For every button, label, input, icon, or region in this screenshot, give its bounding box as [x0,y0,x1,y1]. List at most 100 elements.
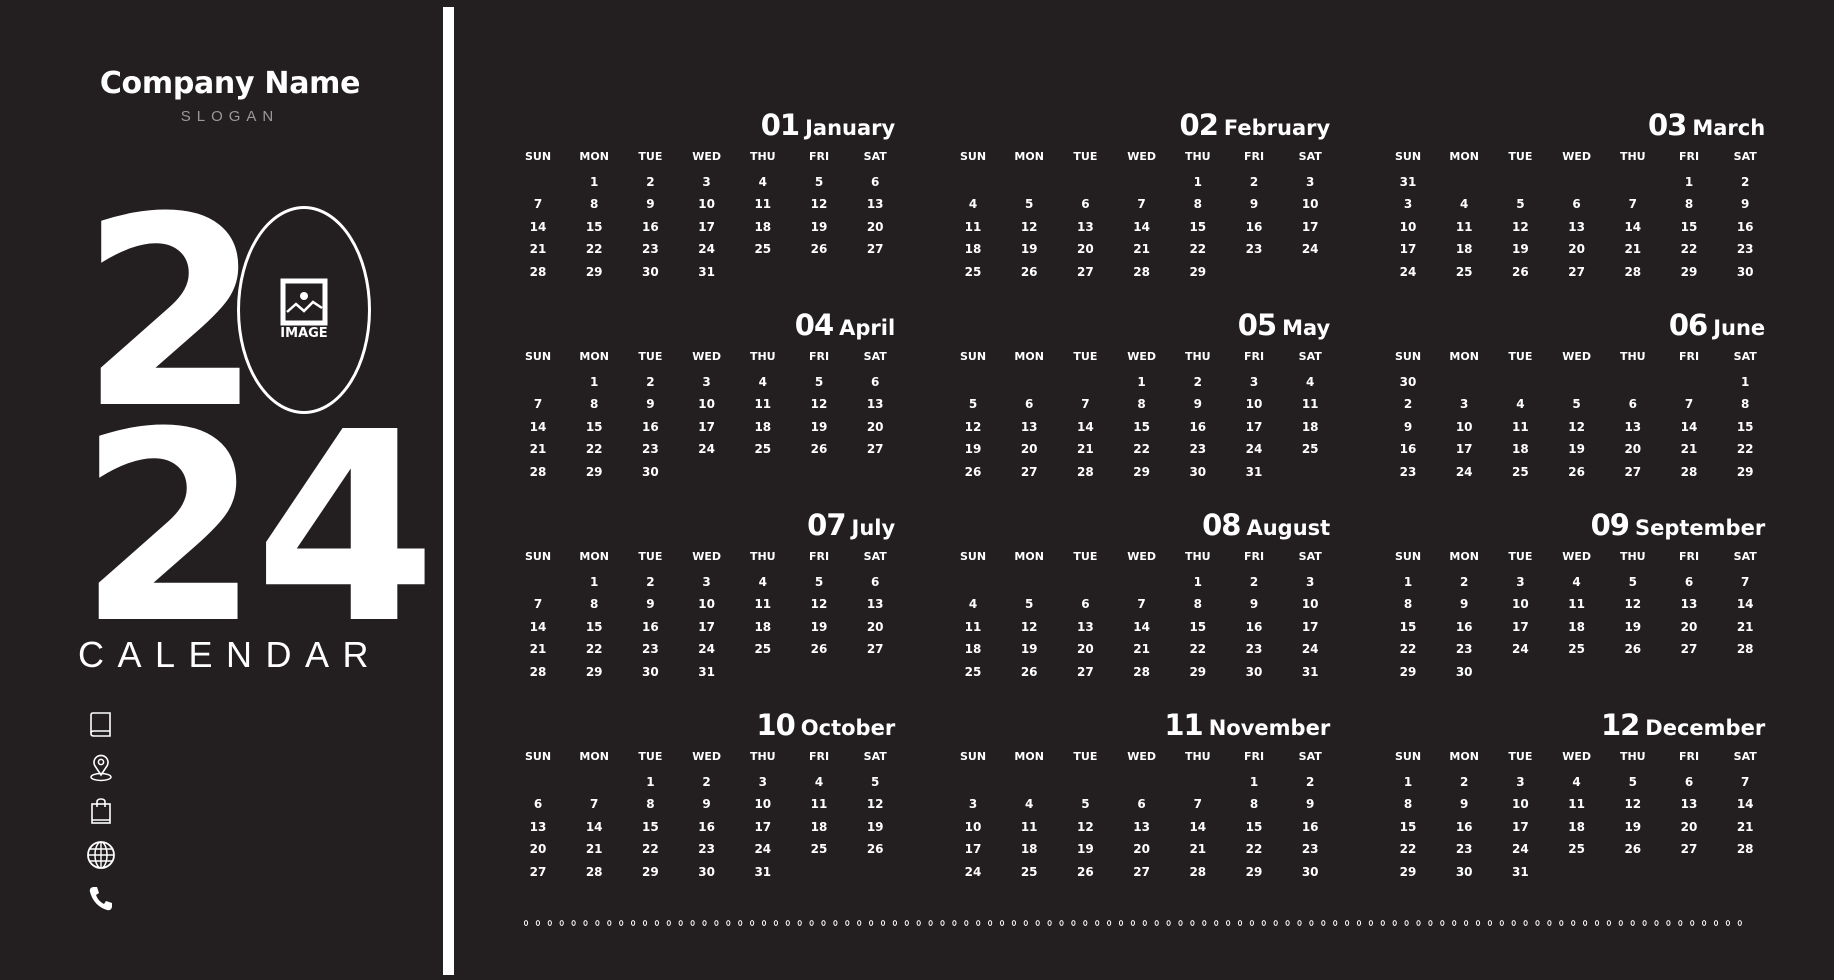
divider-dot [1654,920,1659,926]
day-cell: 2 [702,775,711,789]
day-cell: 5 [814,375,824,389]
day-cell: 11 [754,397,772,412]
month-title: 10 October [756,708,895,742]
divider-dot [1249,920,1255,926]
weekday-header: THU [1184,350,1211,363]
divider-dot [1178,920,1183,926]
month-name: September [1634,516,1766,540]
day-cell: 16 [1301,819,1319,834]
weekday-header: FRI [1243,150,1265,163]
divider-dot [761,920,767,926]
dotted-divider [524,920,1742,926]
day-cell: 25 [754,242,772,257]
day-cell: 5 [1572,397,1581,412]
day-cell: 29 [642,864,659,879]
divider-dot [1107,920,1112,926]
day-cell: 18 [1455,242,1473,257]
day-cell: 23 [642,442,659,457]
day-cell: 29 [1399,864,1417,879]
day-cell: 4 [1572,575,1581,589]
day-cell: 9 [1460,597,1469,612]
day-cell: 25 [1512,464,1529,479]
day-cell: 31 [754,864,772,879]
day-cell: 22 [642,842,659,857]
weekday-header: SUN [959,150,987,163]
weekday-header: TUE [1508,150,1533,163]
divider-dot [1142,920,1147,926]
divider-dot [1523,920,1528,926]
weekday-header: SAT [1298,350,1322,363]
weekday-header: THU [1619,550,1646,563]
weekday-header: TUE [1073,550,1098,563]
divider-dot [1464,920,1469,926]
day-cell: 27 [1680,842,1698,857]
month-number: 03 [1648,108,1687,142]
day-cell: 25 [964,664,982,679]
day-cell: 23 [1736,242,1754,257]
day-cell: 21 [1189,842,1207,857]
day-cell: 30 [1245,664,1263,679]
weekday-header: FRI [1243,350,1265,363]
day-cell: 16 [642,619,659,634]
day-cell: 26 [810,442,828,457]
day-cell: 22 [1680,242,1698,257]
weekday-header: WED [692,350,721,363]
divider-dot [1535,920,1540,926]
divider-dot [571,920,576,926]
weekday-header: WED [1562,350,1591,363]
day-cell: 4 [814,775,824,789]
day-cell: 10 [1455,419,1473,434]
day-cell: 7 [533,597,543,612]
day-cell: 22 [1189,642,1207,657]
day-cell: 27 [1624,464,1642,479]
weekday-header: SAT [1298,750,1322,763]
day-cell: 25 [964,264,982,279]
day-cell: 10 [698,197,715,212]
divider-dot [1428,920,1433,926]
divider-dot [916,920,921,926]
weekday-header: MON [579,350,609,363]
day-cell: 4 [758,575,767,589]
divider-dot [1035,920,1040,926]
day-cell: 21 [585,842,603,857]
weekday-header: SUN [959,550,987,563]
branding-panel: Company Name SLOGAN 2 IMAGE 24 CALENDAR [0,0,443,980]
day-cell: 26 [1020,264,1038,279]
day-cell: 14 [1133,619,1150,634]
day-cell: 30 [1399,375,1417,389]
day-cell: 28 [1680,464,1698,479]
month-june: 06 June SUN MON TUE WED THU FRI SAT 30 1 2 3 4 5 6 7 8 9 10… [1388,308,1765,488]
day-cell: 13 [1077,219,1094,234]
day-cell: 26 [1568,464,1585,479]
day-cell: 15 [1189,619,1207,634]
divider-dot [714,920,719,926]
divider-dot [1392,920,1397,926]
day-cell: 15 [1399,619,1417,634]
divider-dot [1273,920,1278,926]
day-cell: 22 [1189,242,1207,257]
day-cell: 27 [1133,864,1150,879]
day-cell: 14 [1189,819,1207,834]
day-cell: 8 [590,597,599,612]
day-cell: 9 [1249,197,1259,212]
day-cell: 4 [968,597,978,612]
day-cell: 30 [1736,264,1754,279]
divider-dot [1690,920,1695,926]
month-july: 07 July SUN MON TUE WED THU FRI SAT 1 2 3 4 5 6 7 8 9 10 11… [518,508,895,688]
divider-dot [1166,920,1171,926]
day-cell: 5 [1081,797,1090,812]
day-cell: 25 [754,642,772,657]
day-cell: 29 [1189,664,1207,679]
day-cell: 27 [866,642,884,657]
day-cell: 30 [642,264,659,279]
day-cell: 4 [758,175,767,189]
day-cell: 2 [1249,175,1259,189]
day-cell: 28 [1077,464,1094,479]
month-number: 02 [1179,108,1219,142]
day-cell: 6 [1684,575,1694,589]
day-cell: 16 [1455,819,1473,834]
divider-dot [1416,920,1421,926]
month-title: 06 June [1669,308,1765,342]
day-cell: 19 [964,442,982,457]
day-cell: 29 [1399,664,1417,679]
